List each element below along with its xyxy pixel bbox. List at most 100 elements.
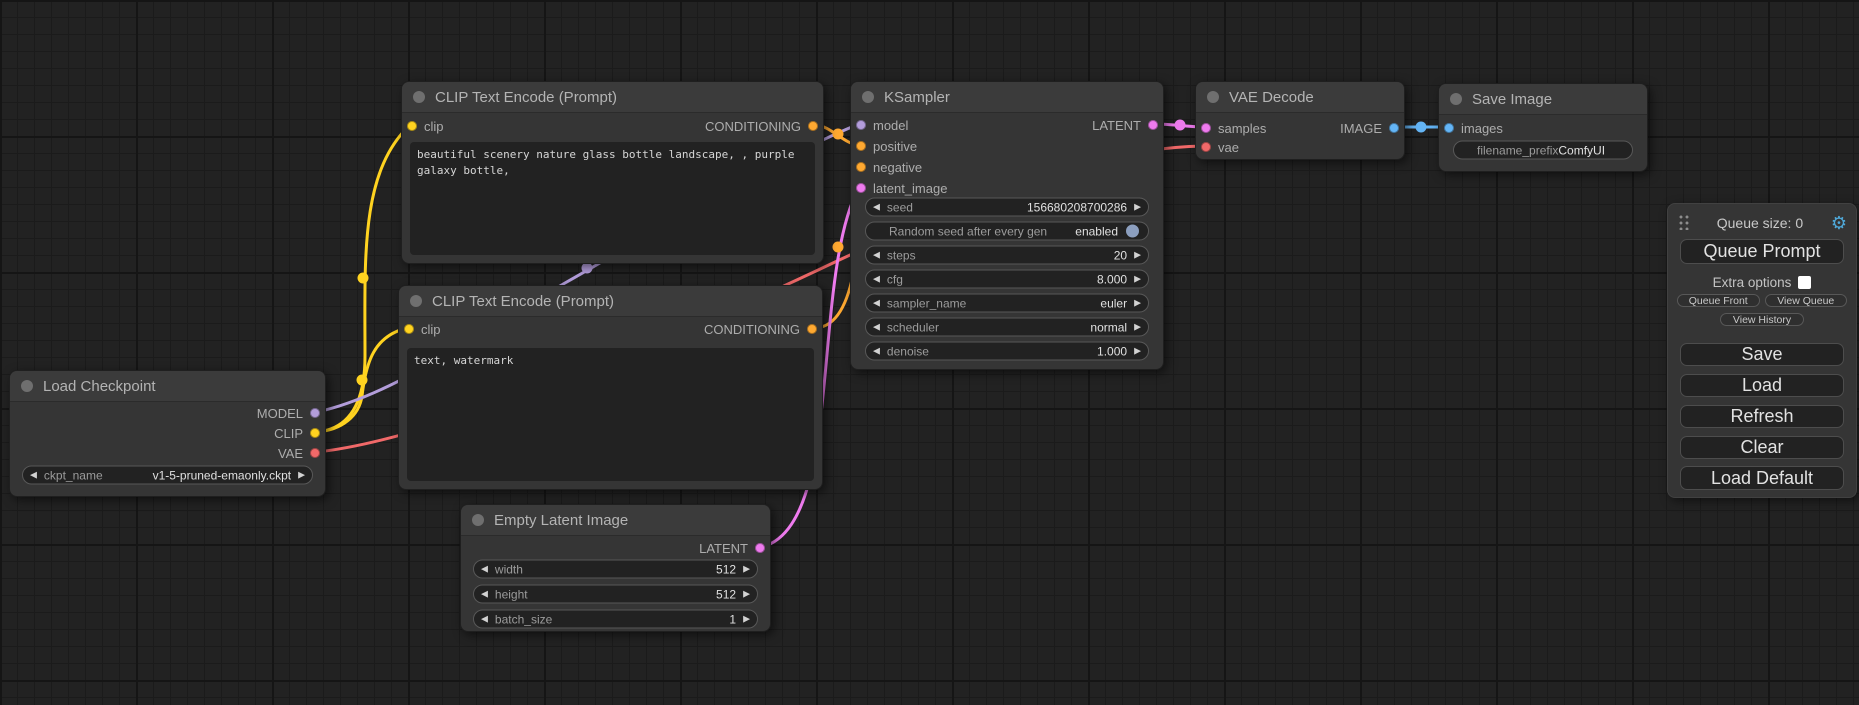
- save-button[interactable]: Save: [1680, 343, 1844, 366]
- gear-icon[interactable]: [1831, 214, 1847, 232]
- queue-front-button[interactable]: Queue Front: [1677, 294, 1760, 307]
- widget-sampler-name[interactable]: sampler_name euler: [865, 294, 1149, 313]
- collapse-dot-icon[interactable]: [1207, 91, 1219, 103]
- node-clip-text-encode-positive[interactable]: CLIP Text Encode (Prompt) clip CONDITION…: [401, 81, 824, 264]
- node-title-bar[interactable]: CLIP Text Encode (Prompt): [399, 286, 822, 317]
- queue-prompt-button[interactable]: Queue Prompt: [1680, 239, 1844, 264]
- output-conditioning[interactable]: CONDITIONING: [704, 319, 817, 339]
- node-save-image[interactable]: Save Image images filename_prefix ComfyU…: [1438, 83, 1648, 172]
- arrow-right-icon[interactable]: [743, 615, 750, 624]
- port-dot-latent[interactable]: [755, 543, 765, 553]
- arrow-right-icon[interactable]: [1134, 203, 1141, 212]
- node-load-checkpoint[interactable]: Load Checkpoint MODEL CLIP VAE ckpt_name…: [9, 370, 326, 497]
- arrow-right-icon[interactable]: [1134, 251, 1141, 260]
- arrow-left-icon[interactable]: [873, 323, 880, 332]
- port-dot-latent[interactable]: [856, 183, 866, 193]
- node-clip-text-encode-negative[interactable]: CLIP Text Encode (Prompt) clip CONDITION…: [398, 285, 823, 490]
- node-graph-canvas[interactable]: Load Checkpoint MODEL CLIP VAE ckpt_name…: [0, 0, 1859, 705]
- output-conditioning[interactable]: CONDITIONING: [705, 116, 818, 136]
- output-model[interactable]: MODEL: [257, 403, 320, 423]
- input-clip[interactable]: clip: [404, 319, 441, 339]
- input-positive[interactable]: positive: [856, 136, 917, 156]
- arrow-right-icon[interactable]: [743, 565, 750, 574]
- widget-random-seed-toggle[interactable]: Random seed after every gen enabled: [865, 222, 1149, 241]
- output-clip[interactable]: CLIP: [274, 423, 320, 443]
- output-latent[interactable]: LATENT: [1092, 115, 1158, 135]
- drag-handle-icon[interactable]: [1678, 214, 1689, 230]
- node-title-bar[interactable]: Empty Latent Image: [461, 505, 770, 536]
- arrow-left-icon[interactable]: [873, 347, 880, 356]
- input-samples[interactable]: samples: [1201, 118, 1266, 138]
- load-button[interactable]: Load: [1680, 374, 1844, 397]
- port-dot-latent[interactable]: [1148, 120, 1158, 130]
- input-clip[interactable]: clip: [407, 116, 444, 136]
- input-vae[interactable]: vae: [1201, 137, 1239, 157]
- arrow-right-icon[interactable]: [1134, 323, 1141, 332]
- port-dot-conditioning[interactable]: [808, 121, 818, 131]
- port-dot-model[interactable]: [310, 408, 320, 418]
- arrow-left-icon[interactable]: [873, 275, 880, 284]
- input-negative[interactable]: negative: [856, 157, 922, 177]
- input-latent-image[interactable]: latent_image: [856, 178, 947, 198]
- node-ksampler[interactable]: KSampler model positive negative latent_…: [850, 81, 1164, 370]
- widget-ckpt-name[interactable]: ckpt_name v1-5-pruned-emaonly.ckpt: [22, 466, 313, 485]
- arrow-right-icon[interactable]: [743, 590, 750, 599]
- arrow-right-icon[interactable]: [298, 471, 305, 480]
- refresh-button[interactable]: Refresh: [1680, 405, 1844, 428]
- extra-options-checkbox[interactable]: [1798, 276, 1811, 289]
- output-image[interactable]: IMAGE: [1340, 118, 1399, 138]
- widget-batch-size[interactable]: batch_size 1: [473, 610, 758, 629]
- arrow-left-icon[interactable]: [873, 203, 880, 212]
- port-dot-conditioning[interactable]: [856, 141, 866, 151]
- prompt-textarea[interactable]: text, watermark: [407, 348, 814, 481]
- port-dot-model[interactable]: [856, 120, 866, 130]
- port-dot-vae[interactable]: [310, 448, 320, 458]
- arrow-left-icon[interactable]: [30, 471, 37, 480]
- node-title-bar[interactable]: CLIP Text Encode (Prompt): [402, 82, 823, 113]
- collapse-dot-icon[interactable]: [862, 91, 874, 103]
- port-dot-image[interactable]: [1389, 123, 1399, 133]
- widget-cfg[interactable]: cfg 8.000: [865, 270, 1149, 289]
- arrow-right-icon[interactable]: [1134, 275, 1141, 284]
- port-dot-clip[interactable]: [404, 324, 414, 334]
- collapse-dot-icon[interactable]: [21, 380, 33, 392]
- prompt-textarea[interactable]: beautiful scenery nature glass bottle la…: [410, 142, 815, 255]
- view-queue-button[interactable]: View Queue: [1765, 294, 1848, 307]
- output-vae[interactable]: VAE: [278, 443, 320, 463]
- widget-width[interactable]: width 512: [473, 560, 758, 579]
- port-dot-image[interactable]: [1444, 123, 1454, 133]
- widget-denoise[interactable]: denoise 1.000: [865, 342, 1149, 361]
- port-dot-latent[interactable]: [1201, 123, 1211, 133]
- output-latent[interactable]: LATENT: [699, 538, 765, 558]
- port-dot-conditioning[interactable]: [856, 162, 866, 172]
- input-images[interactable]: images: [1444, 118, 1503, 138]
- view-history-button[interactable]: View History: [1720, 313, 1804, 326]
- widget-filename-prefix[interactable]: filename_prefix ComfyUI: [1453, 141, 1633, 160]
- node-title-bar[interactable]: Load Checkpoint: [10, 371, 325, 402]
- collapse-dot-icon[interactable]: [413, 91, 425, 103]
- collapse-dot-icon[interactable]: [472, 514, 484, 526]
- widget-scheduler[interactable]: scheduler normal: [865, 318, 1149, 337]
- port-dot-conditioning[interactable]: [807, 324, 817, 334]
- collapse-dot-icon[interactable]: [410, 295, 422, 307]
- node-empty-latent-image[interactable]: Empty Latent Image LATENT width 512 heig…: [460, 504, 771, 632]
- port-dot-clip[interactable]: [407, 121, 417, 131]
- widget-seed[interactable]: seed 156680208700286: [865, 198, 1149, 217]
- widget-steps[interactable]: steps 20: [865, 246, 1149, 265]
- widget-height[interactable]: height 512: [473, 585, 758, 604]
- arrow-left-icon[interactable]: [481, 590, 488, 599]
- arrow-right-icon[interactable]: [1134, 299, 1141, 308]
- arrow-left-icon[interactable]: [481, 615, 488, 624]
- arrow-left-icon[interactable]: [873, 251, 880, 260]
- node-title-bar[interactable]: Save Image: [1439, 84, 1647, 115]
- port-dot-vae[interactable]: [1201, 142, 1211, 152]
- node-title-bar[interactable]: VAE Decode: [1196, 82, 1404, 113]
- node-title-bar[interactable]: KSampler: [851, 82, 1163, 113]
- port-dot-clip[interactable]: [310, 428, 320, 438]
- collapse-dot-icon[interactable]: [1450, 93, 1462, 105]
- arrow-right-icon[interactable]: [1134, 347, 1141, 356]
- load-default-button[interactable]: Load Default: [1680, 466, 1844, 490]
- arrow-left-icon[interactable]: [873, 299, 880, 308]
- input-model[interactable]: model: [856, 115, 908, 135]
- toggle-on-icon[interactable]: [1125, 224, 1140, 239]
